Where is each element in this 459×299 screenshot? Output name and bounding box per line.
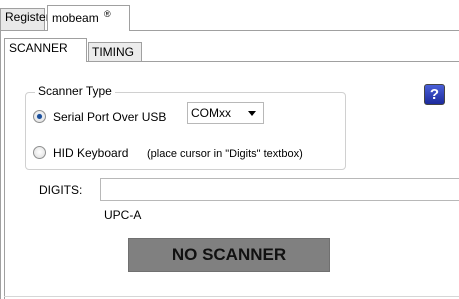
help-button[interactable]: ? — [424, 84, 445, 105]
tab-timing[interactable]: TIMING — [88, 42, 142, 63]
tab-scanner-label: SCANNER — [9, 41, 68, 55]
hid-keyboard-note: (place cursor in "Digits" textbox) — [147, 148, 303, 160]
tab-mobeam-label: mobeam — [52, 11, 99, 25]
chevron-down-icon[interactable] — [248, 111, 256, 116]
tab-register[interactable]: Register — [0, 8, 50, 30]
hid-keyboard-radio[interactable] — [33, 146, 46, 159]
com-port-value: COMxx — [191, 106, 231, 120]
outer-tab-strip: Register mobeam ® — [0, 0, 459, 31]
question-help-icon: ? — [429, 86, 440, 103]
digits-label: DIGITS: — [39, 183, 83, 197]
tab-register-label: Register — [5, 10, 50, 24]
com-port-select[interactable]: COMxx — [187, 102, 264, 124]
serial-port-label[interactable]: Serial Port Over USB — [53, 110, 166, 124]
symbology-label: UPC-A — [104, 208, 142, 222]
digits-input[interactable] — [100, 178, 459, 201]
mobeam-window: Register mobeam ® SCANNER TIMING Scanner… — [0, 0, 459, 299]
serial-port-radio[interactable] — [33, 110, 46, 123]
divider — [4, 296, 459, 297]
scanner-type-legend: Scanner Type — [35, 84, 115, 98]
tab-timing-label: TIMING — [92, 45, 134, 59]
scanner-status-display: NO SCANNER — [128, 238, 330, 272]
tab-scanner[interactable]: SCANNER — [4, 38, 87, 62]
tab-mobeam[interactable]: mobeam ® — [47, 5, 130, 31]
registered-icon: ® — [104, 9, 111, 19]
hid-keyboard-label[interactable]: HID Keyboard — [53, 146, 128, 160]
